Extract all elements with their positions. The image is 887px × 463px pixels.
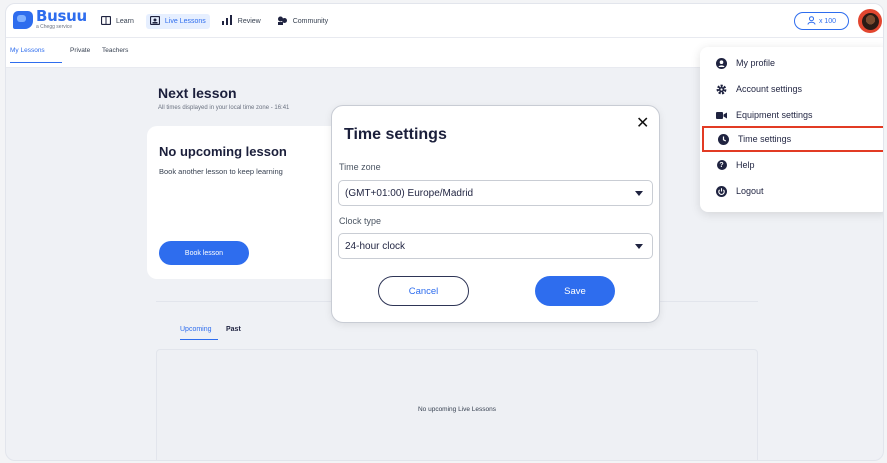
tab-my-lessons[interactable]: My Lessons (10, 47, 45, 54)
nav-item-community[interactable]: Community (273, 14, 332, 29)
busuu-logo[interactable]: Busuu a Chegg service (13, 9, 87, 30)
close-icon[interactable]: ✕ (636, 113, 649, 133)
next-lesson-title: Next lesson (158, 85, 237, 101)
gear-icon (716, 84, 727, 95)
save-button[interactable]: Save (535, 276, 615, 306)
modal-title: Time settings (344, 126, 447, 143)
book-icon (100, 15, 112, 28)
points-button[interactable]: x 100 (794, 12, 849, 30)
menu-item-label: Account settings (736, 84, 803, 94)
lessons-list-panel: No upcoming Live Lessons (156, 349, 758, 460)
bar-chart-icon (221, 15, 233, 28)
points-label: x 100 (818, 17, 837, 25)
menu-item-label: My profile (736, 58, 776, 68)
menu-item-label: Equipment settings (736, 110, 813, 120)
clock-type-label: Clock type (339, 216, 382, 226)
brand-name: Busuu (36, 7, 87, 25)
timezone-label: Time zone (339, 162, 381, 172)
cancel-button[interactable]: Cancel (378, 276, 469, 306)
active-tab-underline (10, 62, 62, 63)
menu-item-label: Help (736, 160, 755, 170)
clock-type-select[interactable]: 24-hour clock (338, 233, 653, 259)
menu-item-my-profile[interactable]: My profile (700, 50, 883, 76)
upcoming-underline (180, 339, 218, 340)
timezone-note: All times displayed in your local time z… (158, 105, 290, 111)
no-lesson-card: No upcoming lesson Book another lesson t… (147, 126, 347, 279)
nav-item-label: Review (237, 18, 261, 25)
menu-item-label: Logout (736, 186, 764, 196)
menu-item-account-settings[interactable]: Account settings (700, 76, 883, 102)
timezone-select[interactable]: (GMT+01:00) Europe/Madrid (338, 180, 653, 206)
nav-item-label: Live Lessons (164, 18, 206, 25)
clock-icon (718, 133, 729, 145)
profile-icon (716, 57, 727, 69)
nav-item-live-lessons[interactable]: Live Lessons (145, 14, 210, 29)
brand-tagline: a Chegg service (36, 24, 73, 30)
top-bar: Busuu a Chegg service Learn Live Lessons (6, 4, 883, 38)
card-subtitle: Book another lesson to keep learning (159, 167, 283, 176)
tab-private[interactable]: Private (70, 47, 90, 54)
nav-item-label: Learn (116, 18, 134, 25)
menu-item-help[interactable]: ? Help (700, 152, 883, 178)
nav-item-label: Community (292, 18, 329, 25)
main-nav: Learn Live Lessons Review Community (97, 14, 340, 29)
menu-item-label: Time settings (738, 134, 792, 144)
community-icon (277, 16, 288, 28)
menu-item-time-settings[interactable]: Time settings (702, 126, 883, 152)
app-window: Busuu a Chegg service Learn Live Lessons (5, 3, 884, 461)
card-title: No upcoming lesson (159, 144, 287, 159)
clock-type-value: 24-hour clock (345, 240, 406, 252)
busuu-logo-icon (13, 10, 33, 29)
time-settings-modal: Time settings ✕ Time zone (GMT+01:00) Eu… (331, 105, 660, 323)
tab-teachers[interactable]: Teachers (102, 47, 128, 54)
empty-state-text: No upcoming Live Lessons (417, 406, 497, 413)
tab-past[interactable]: Past (226, 326, 241, 333)
user-outline-icon (807, 15, 816, 27)
avatar-image (861, 12, 879, 30)
avatar[interactable] (858, 9, 882, 33)
book-lesson-button[interactable]: Book lesson (159, 241, 249, 265)
menu-item-logout[interactable]: Logout (700, 178, 883, 204)
chevron-down-icon (635, 244, 643, 249)
menu-item-equipment-settings[interactable]: Equipment settings (700, 102, 883, 128)
video-lesson-icon (149, 15, 161, 28)
nav-item-learn[interactable]: Learn (97, 14, 138, 29)
profile-dropdown-menu: My profile Account settings Equipment se… (700, 47, 883, 212)
power-icon (716, 185, 727, 197)
tab-upcoming[interactable]: Upcoming (180, 326, 212, 333)
camera-icon (716, 110, 727, 121)
chevron-down-icon (635, 191, 643, 196)
help-icon: ? (716, 160, 727, 171)
timezone-value: (GMT+01:00) Europe/Madrid (345, 187, 474, 199)
nav-item-review[interactable]: Review (218, 14, 265, 29)
